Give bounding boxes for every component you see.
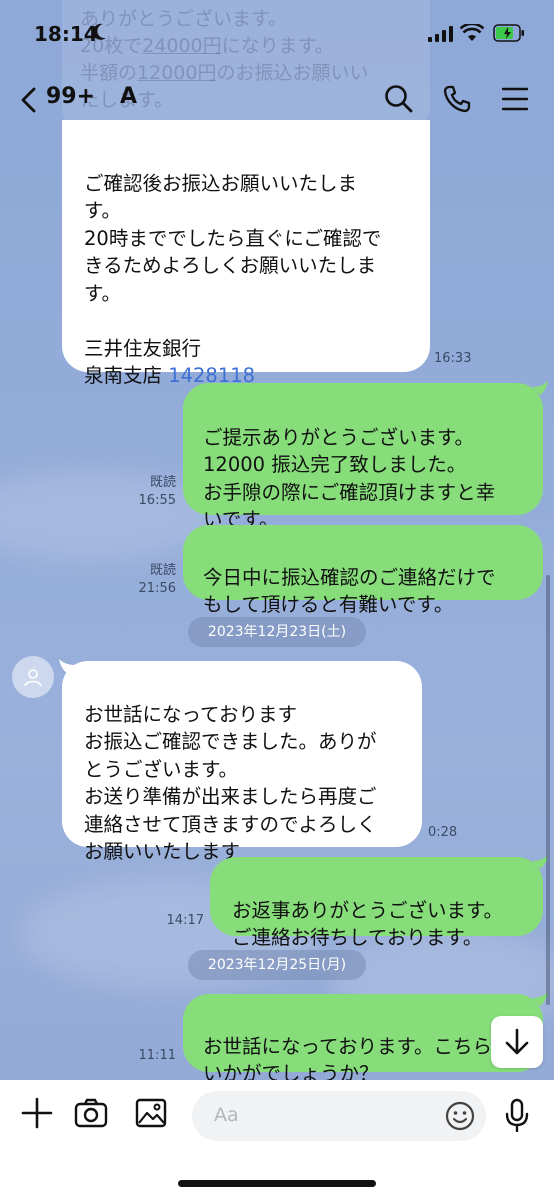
avatar[interactable] [12, 656, 54, 698]
message-text: お返事ありがとうございます。 ご連絡お待ちしております。 [232, 898, 504, 950]
signal-icon [428, 26, 453, 42]
scrollbar[interactable] [546, 575, 550, 1005]
home-indicator[interactable] [178, 1180, 376, 1187]
input-placeholder: Aa [214, 1104, 239, 1126]
message-text: お世話になっております お振込ご確認できました。ありが とうございます。 お送り… [84, 702, 377, 864]
outgoing-message[interactable]: ご提示ありがとうございます。 12000 振込完了致しました。 お手隙の際にご確… [183, 383, 543, 531]
contact-name[interactable]: A [120, 84, 137, 109]
input-bar: Aa [0, 1080, 554, 1200]
message-text: ご確認後お振込お願いいたしま す。 20時まででしたら直ぐにご確認で きるためよ… [84, 171, 382, 388]
outgoing-message[interactable]: お世話になっております。こちら いかがでしょうか？ [183, 994, 543, 1085]
mic-icon[interactable] [504, 1098, 530, 1132]
message-text: 今日中に振込確認のご連絡だけで もして頂けると有難いです。 [203, 565, 496, 617]
image-icon[interactable] [134, 1096, 168, 1130]
moon-icon [93, 23, 106, 40]
read-receipt: 既読 21:56 [138, 563, 176, 596]
menu-icon[interactable] [502, 84, 528, 114]
message-time: 0:28 [428, 825, 458, 840]
scroll-to-bottom-button[interactable] [491, 1016, 543, 1068]
clock: 18:14 [34, 22, 98, 46]
message-time: 14:17 [166, 913, 204, 928]
chat-header: 99+ A [0, 74, 554, 124]
incoming-message[interactable]: お世話になっております お振込ご確認できました。ありが とうございます。 お送り… [62, 661, 422, 863]
incoming-message[interactable]: ご確認後お振込お願いいたしま す。 20時まででしたら直ぐにご確認で きるためよ… [62, 120, 430, 387]
unread-count[interactable]: 99+ [46, 84, 95, 109]
camera-icon[interactable] [74, 1096, 108, 1130]
emoji-icon[interactable] [445, 1101, 475, 1131]
message-time: 16:33 [434, 351, 472, 366]
outgoing-message[interactable]: お返事ありがとうございます。 ご連絡お待ちしております。 [210, 857, 543, 949]
wifi-icon [460, 24, 484, 41]
arrow-down-icon [505, 1028, 529, 1055]
avatar-icon [24, 669, 42, 687]
message-time: 11:11 [138, 1048, 176, 1063]
phone-icon[interactable] [442, 84, 472, 114]
message-input[interactable]: Aa [192, 1091, 486, 1141]
battery-icon [493, 24, 524, 42]
read-receipt: 既読 16:55 [138, 475, 176, 508]
bubble-tail [532, 381, 548, 395]
plus-icon[interactable] [20, 1096, 54, 1130]
status-bar: 18:14 [0, 0, 554, 70]
search-icon[interactable] [384, 84, 414, 114]
date-separator: 2023年12月23日(土) [188, 617, 366, 647]
date-separator: 2023年12月25日(月) [188, 950, 366, 980]
outgoing-message[interactable]: 今日中に振込確認のご連絡だけで もして頂けると有難いです。 [183, 525, 543, 616]
back-chevron-icon[interactable] [18, 86, 40, 114]
